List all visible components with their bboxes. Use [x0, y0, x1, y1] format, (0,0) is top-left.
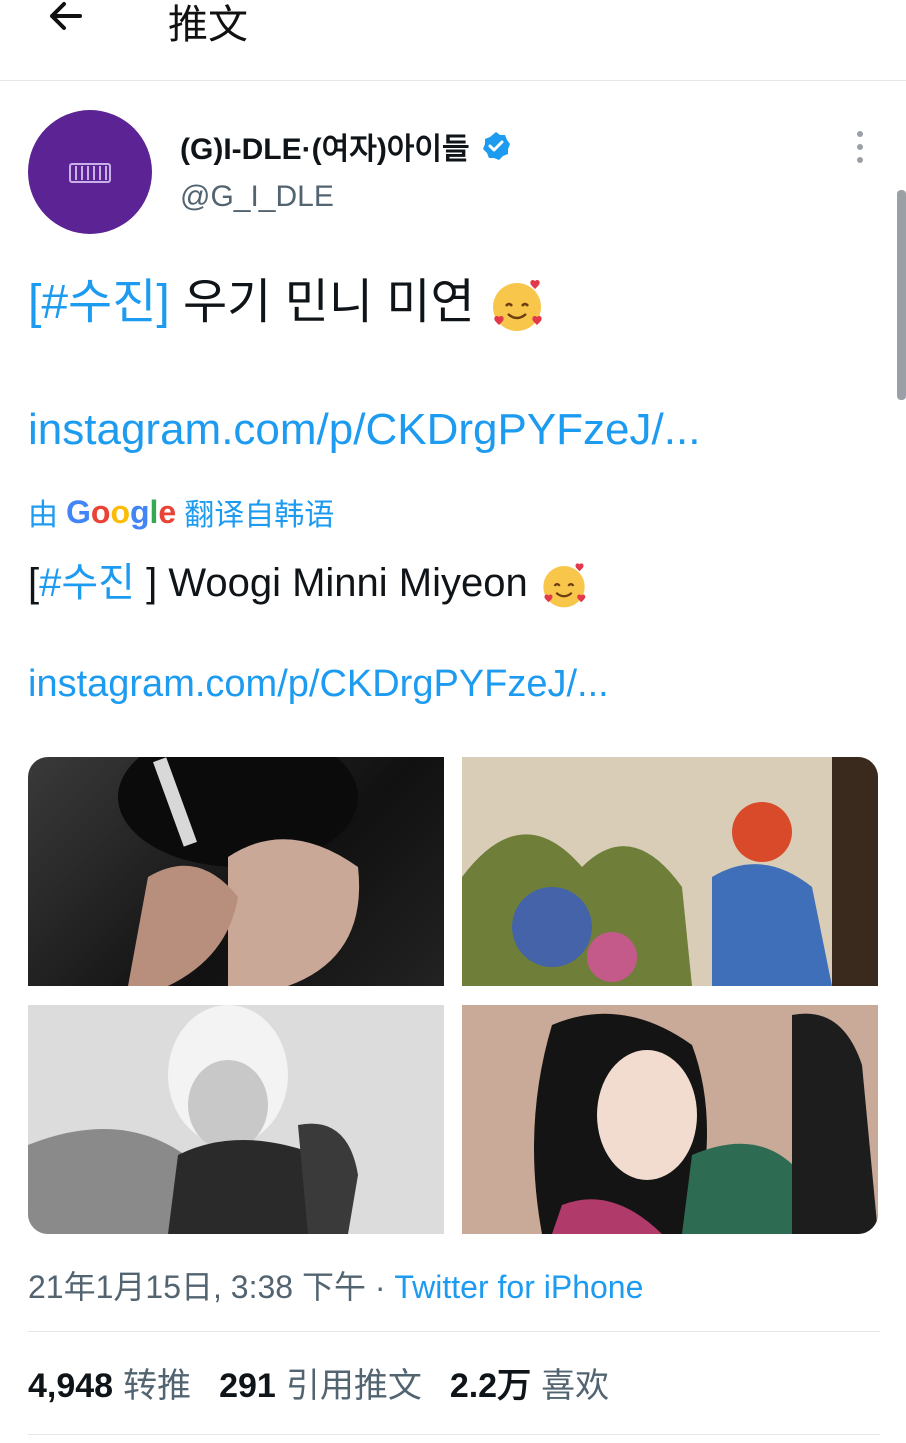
likes-count: 2.2万 — [449, 1367, 532, 1405]
photo-bw-portrait — [28, 1005, 444, 1234]
avatar[interactable] — [28, 110, 152, 234]
tweet-photo-1[interactable] — [28, 757, 444, 986]
tweet-text: [#수진] 우기 민니 미연 — [28, 262, 546, 334]
hashtag-link[interactable]: [#수진] — [28, 276, 170, 329]
smiling-face-with-hearts-icon — [493, 280, 542, 332]
quotes-stat[interactable]: 291 引用推文 — [219, 1358, 422, 1407]
translated-by-google[interactable]: 由 Google 翻译自韩语 — [28, 490, 334, 534]
photo-portrait-floral — [462, 1005, 878, 1234]
author-handle[interactable]: @G_I_DLE — [180, 180, 334, 214]
tweet-link[interactable]: instagram.com/p/CKDrgPYFzeJ/... — [28, 405, 700, 455]
tweet-photo-4[interactable] — [462, 1005, 878, 1234]
likes-label: 喜欢 — [541, 1367, 610, 1405]
divider — [28, 1331, 880, 1332]
divider — [28, 1434, 880, 1435]
meta-separator: · — [365, 1269, 395, 1305]
translated-link[interactable]: instagram.com/p/CKDrgPYFzeJ/... — [28, 663, 609, 706]
translated-prefix: 由 — [28, 499, 58, 532]
back-arrow-icon[interactable] — [40, 0, 90, 44]
i-dle-logo-icon — [69, 163, 111, 183]
translated-open-bracket: [ — [28, 561, 40, 605]
top-bar: 推文 — [0, 0, 906, 81]
google-logo: Google — [66, 493, 177, 530]
tweet-source-link[interactable]: Twitter for iPhone — [394, 1269, 643, 1305]
photo-makeup-closeup — [118, 757, 360, 986]
quotes-count: 291 — [219, 1367, 276, 1405]
retweets-label: 转推 — [123, 1367, 192, 1405]
scrollbar[interactable] — [897, 190, 906, 400]
tweet-stats: 4,948 转推 291 引用推文 2.2万 喜欢 — [28, 1358, 637, 1407]
retweets-stat[interactable]: 4,948 转推 — [28, 1358, 191, 1407]
translated-body: ] Woogi Minni Miyeon — [134, 561, 539, 605]
author-name-row[interactable]: (G)I-DLE·(여자)아이들 — [180, 124, 512, 168]
likes-stat[interactable]: 2.2万 喜欢 — [450, 1358, 609, 1407]
page-title: 推文 — [168, 2, 248, 48]
translated-text: [#수진 ] Woogi Minni Miyeon — [28, 550, 589, 610]
translated-suffix: 翻译自韩语 — [184, 499, 335, 532]
verified-badge-icon — [482, 132, 510, 160]
photo-flowers-redhair — [462, 757, 878, 986]
tweet-body: 우기 민니 미연 — [169, 276, 475, 329]
quotes-label: 引用推文 — [285, 1367, 422, 1405]
smiling-face-with-hearts-icon — [543, 563, 586, 608]
tweet-photo-2[interactable] — [462, 757, 878, 986]
tweet-timestamp[interactable]: 21年1月15日, 3:38 下午 — [28, 1269, 366, 1305]
retweets-count: 4,948 — [28, 1367, 114, 1405]
author-name[interactable]: (G)I-DLE·(여자)아이들 — [180, 124, 470, 168]
tweet-photo-3[interactable] — [28, 1005, 444, 1234]
more-options-icon[interactable] — [850, 130, 870, 164]
tweet-meta: 21年1月15日, 3:38 下午 · Twitter for iPhone — [28, 1262, 643, 1308]
translated-hashtag-link[interactable]: #수진 — [39, 561, 135, 605]
